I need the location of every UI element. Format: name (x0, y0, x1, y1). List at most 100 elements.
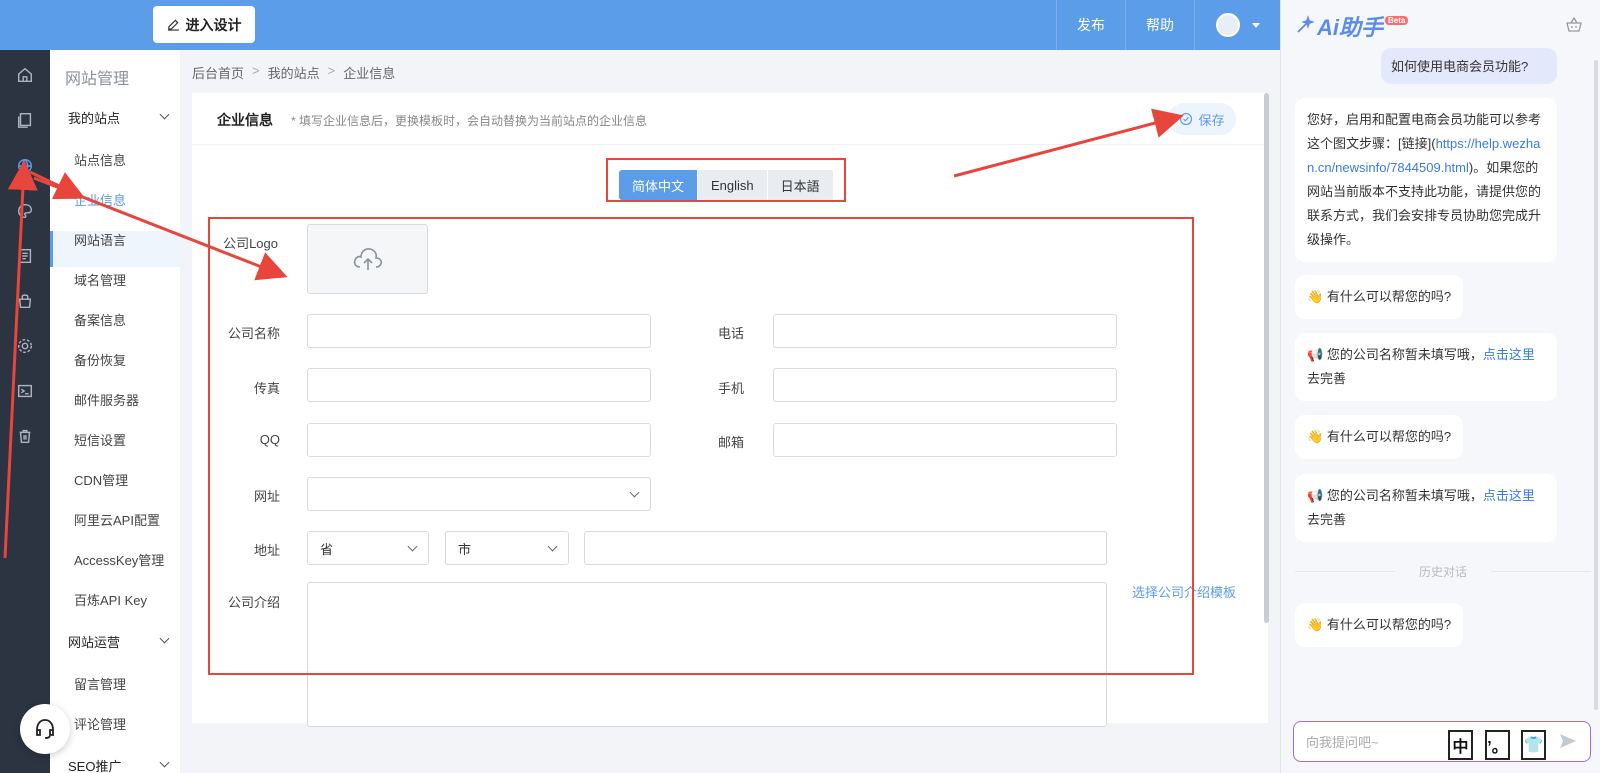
sidebar-group-label: 网站运营 (68, 635, 121, 650)
enter-design-button[interactable]: 进入设计 (153, 6, 255, 43)
ai-help-bubble: 👋 有什么可以帮您的吗? (1295, 415, 1464, 459)
article-icon[interactable] (15, 246, 35, 266)
city-select[interactable]: 市 (445, 531, 569, 565)
notice-link[interactable]: 点击这里 (1483, 347, 1535, 362)
ai-logo: Ai助手 Beta (1295, 10, 1409, 42)
pages-icon[interactable] (15, 110, 35, 130)
ai-input-placeholder: 向我提问吧~ (1306, 735, 1379, 750)
sidebar-item-site-info[interactable]: 站点信息 (74, 150, 126, 169)
wave-icon: 👋 (1307, 289, 1324, 304)
sidebar-group-mysite[interactable]: 我的站点 (68, 108, 170, 127)
cloud-upload-icon (353, 248, 382, 270)
address-label: 地址 (253, 543, 280, 558)
sidebar-item-mail-server[interactable]: 邮件服务器 (74, 390, 139, 409)
sidebar-item-sms[interactable]: 短信设置 (74, 430, 126, 449)
breadcrumb-mysite[interactable]: 我的站点 (268, 63, 320, 82)
company-name-input[interactable] (307, 314, 651, 348)
user-message: 如何使用电商会员功能? (1381, 48, 1557, 84)
address-input[interactable] (584, 531, 1107, 565)
email-label: 邮箱 (717, 435, 744, 450)
settings-icon[interactable] (15, 336, 35, 356)
tab-zh-cn[interactable]: 简体中文 (619, 170, 699, 200)
save-button[interactable]: 保存 (1168, 103, 1236, 135)
company-intro-textarea[interactable] (307, 582, 1107, 727)
tab-japanese[interactable]: 日本語 (768, 170, 834, 200)
sidebar-group-label: 我的站点 (68, 111, 121, 126)
breadcrumb-separator: > (327, 63, 336, 78)
website-select[interactable] (307, 477, 651, 511)
ai-header: Ai助手 Beta (1281, 0, 1600, 50)
ai-help-bubble: 👋 有什么可以帮您的吗? (1295, 603, 1464, 647)
chevron-down-icon (159, 757, 170, 768)
sidebar-item-domain[interactable]: 域名管理 (74, 270, 126, 289)
qq-input[interactable] (307, 423, 651, 457)
edit-icon (167, 19, 179, 31)
ai-question-input[interactable]: 向我提问吧~ (1293, 721, 1591, 762)
select-intro-template-link[interactable]: 选择公司介绍模板 (1132, 582, 1236, 601)
website-label: 网址 (253, 489, 280, 504)
notice-text: 您的公司名称暂未填写哦， (1326, 347, 1483, 362)
wave-icon: 👋 (1307, 429, 1324, 444)
top-nav: 发布 帮助 (1056, 0, 1280, 50)
logo-label: 公司Logo (223, 236, 278, 251)
fax-label: 传真 (253, 381, 280, 396)
sidebar-item-site-language[interactable]: 网站语言 (74, 230, 126, 249)
customer-support-button[interactable] (20, 704, 70, 754)
content-scrollbar[interactable] (1264, 93, 1269, 623)
mobile-label: 手机 (717, 381, 744, 396)
phone-input[interactable] (773, 314, 1117, 348)
breadcrumb-home[interactable]: 后台首页 (192, 63, 244, 82)
ai-scrollbar[interactable] (1594, 60, 1598, 710)
sidebar-group-seo[interactable]: SEO推广 (68, 756, 170, 773)
enter-design-label: 进入设计 (185, 16, 242, 33)
sidebar-item-messages[interactable]: 留言管理 (74, 674, 126, 693)
help-text: 有什么可以帮您的吗? (1326, 617, 1452, 632)
beta-badge: Beta (1385, 16, 1409, 25)
ai-notice-bubble: 📢 您的公司名称暂未填写哦，点击这里 去完善 (1295, 333, 1557, 401)
logo-upload[interactable] (307, 224, 428, 294)
headset-icon (36, 719, 54, 739)
avatar (1215, 13, 1240, 37)
tab-english[interactable]: English (698, 170, 768, 200)
sidebar-item-cdn[interactable]: CDN管理 (74, 470, 128, 489)
ime-skin-toggle[interactable]: 👕 (1521, 730, 1546, 760)
send-icon[interactable] (1559, 733, 1577, 749)
history-divider: 历史对话 (1295, 563, 1591, 580)
ai-basket[interactable] (1565, 16, 1583, 37)
breadcrumb-separator: > (252, 63, 260, 78)
province-value: 省 (320, 541, 334, 557)
fax-input[interactable] (307, 368, 651, 402)
city-value: 市 (458, 541, 472, 557)
megaphone-icon: 📢 (1307, 347, 1324, 362)
shop-icon[interactable] (15, 291, 35, 311)
sidebar-item-bailian-key[interactable]: 百炼API Key (74, 590, 147, 609)
sidebar-item-comments[interactable]: 评论管理 (74, 714, 126, 733)
ime-punctuation-toggle[interactable]: ’。 (1485, 730, 1510, 760)
sidebar-item-aliyun-api[interactable]: 阿里云API配置 (74, 510, 160, 529)
province-select[interactable]: 省 (307, 531, 429, 565)
breadcrumb-current: 企业信息 (343, 66, 396, 81)
user-menu[interactable] (1194, 0, 1280, 50)
terminal-icon[interactable] (15, 381, 35, 401)
sparkle-icon (1297, 15, 1315, 33)
breadcrumb: 后台首页 > 我的站点 > 企业信息 (192, 63, 395, 82)
site-icon[interactable] (15, 156, 35, 176)
site-management-sidebar: 网站管理 我的站点 站点信息 企业信息 网站语言 域名管理 备案信息 备份恢复 … (50, 50, 180, 773)
sidebar-item-backup[interactable]: 备份恢复 (74, 350, 126, 369)
sidebar-group-operate[interactable]: 网站运营 (68, 632, 170, 651)
help-link[interactable]: 帮助 (1125, 0, 1194, 50)
sidebar-item-company-info[interactable]: 企业信息 (74, 190, 126, 209)
email-input[interactable] (773, 423, 1117, 457)
trash-icon[interactable] (15, 426, 35, 446)
chevron-down-icon (1251, 22, 1260, 28)
megaphone-icon: 📢 (1307, 488, 1324, 503)
sidebar-item-accesskey[interactable]: AccessKey管理 (74, 550, 164, 569)
home-icon[interactable] (15, 65, 35, 85)
notice-link[interactable]: 点击这里 (1483, 488, 1535, 503)
mobile-input[interactable] (773, 368, 1117, 402)
publish-link[interactable]: 发布 (1056, 0, 1125, 50)
ime-chinese-toggle[interactable]: 中 (1448, 730, 1473, 760)
sidebar-item-icp[interactable]: 备案信息 (74, 310, 126, 329)
notice-tail: 去完善 (1307, 512, 1347, 527)
palette-icon[interactable] (15, 201, 35, 221)
